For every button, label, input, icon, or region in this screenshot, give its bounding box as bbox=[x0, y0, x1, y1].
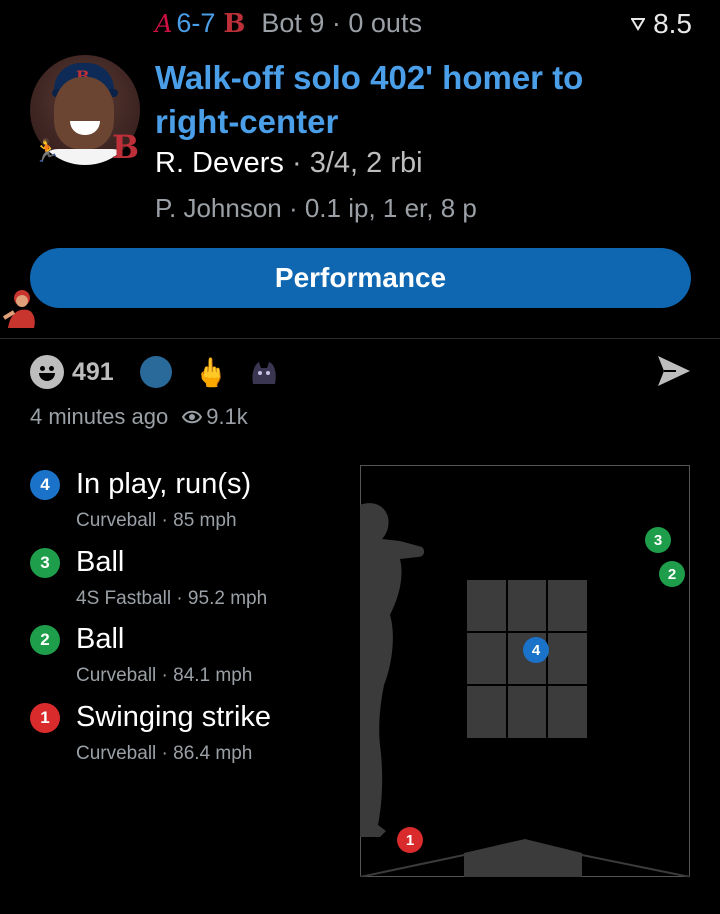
pitch-number-badge: 2 bbox=[30, 625, 60, 655]
post-meta: 4 minutes ago 9.1k bbox=[30, 404, 248, 430]
inning-state: Bot 9 · 0 outs bbox=[261, 8, 422, 38]
pitch-detail: Curveball · 84.1 mph bbox=[76, 665, 253, 686]
pitch-result: Ball bbox=[76, 546, 125, 578]
play-rating: 8.5 bbox=[631, 8, 692, 40]
home-team-logo: B bbox=[223, 8, 246, 39]
pitch-number-badge: 1 bbox=[30, 703, 60, 733]
pitch-number-badge: 3 bbox=[30, 548, 60, 578]
time-ago: 4 minutes ago bbox=[30, 404, 169, 429]
eye-icon bbox=[182, 410, 203, 424]
zone-pitch-4[interactable]: 4 bbox=[523, 637, 549, 663]
runner-icon: 🏃 bbox=[33, 138, 61, 163]
zone-pitch-3[interactable]: 3 bbox=[645, 527, 671, 553]
pitch-number-badge: 4 bbox=[30, 470, 60, 500]
reaction-count: 491 bbox=[72, 357, 114, 386]
divider bbox=[0, 338, 720, 339]
batter-stats: 3/4, 2 rbi bbox=[309, 147, 423, 179]
home-plate bbox=[464, 839, 582, 877]
performance-button[interactable]: Performance bbox=[30, 248, 691, 308]
reaction-circle-icon[interactable] bbox=[139, 356, 172, 388]
reaction-bar: 491 🖕 bbox=[30, 352, 279, 392]
signal-icon bbox=[631, 18, 646, 31]
team-logo-icon: B bbox=[112, 128, 140, 166]
pitch-detail: 4S Fastball · 95.2 mph bbox=[76, 588, 268, 609]
zone-pitch-1[interactable]: 1 bbox=[397, 827, 423, 853]
away-team-logo: A bbox=[155, 9, 173, 38]
smiley-icon[interactable] bbox=[30, 355, 64, 389]
pitcher-line: P. Johnson · 0.1 ip, 1 er, 8 p bbox=[155, 193, 477, 223]
game-score: 6-7 bbox=[176, 8, 216, 38]
send-icon[interactable] bbox=[656, 354, 692, 388]
pitch-result: Swinging strike bbox=[76, 701, 272, 733]
batter-silhouette bbox=[360, 503, 425, 837]
pitch-result: Ball bbox=[76, 623, 125, 655]
pitch-detail: Curveball · 85 mph bbox=[76, 510, 237, 531]
middle-finger-icon[interactable]: 🖕 bbox=[194, 356, 229, 389]
rating-value: 8.5 bbox=[653, 8, 692, 39]
pitch-detail: Curveball · 86.4 mph bbox=[76, 743, 253, 764]
zone-pitch-2[interactable]: 2 bbox=[659, 561, 685, 587]
batter-line: R. Devers · 3/4, 2 rbi bbox=[155, 147, 423, 179]
play-headline[interactable]: Walk-off solo 402' homer to right-center bbox=[155, 56, 675, 144]
score-line: A 6-7 B Bot 9 · 0 outs bbox=[155, 8, 422, 39]
views-count: 9.1k bbox=[182, 404, 248, 430]
pitch-result: In play, run(s) bbox=[76, 468, 252, 500]
cat-sticker-icon[interactable] bbox=[249, 358, 279, 386]
strike-zone-graphic bbox=[360, 503, 690, 877]
mascot-icon bbox=[2, 290, 35, 328]
batter-name[interactable]: R. Devers bbox=[155, 147, 284, 179]
